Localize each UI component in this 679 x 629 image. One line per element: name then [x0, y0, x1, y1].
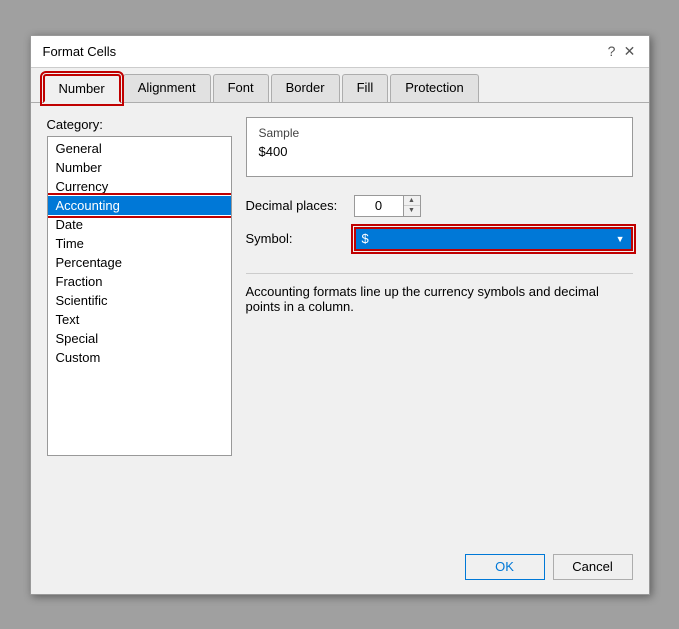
tab-protection[interactable]: Protection [390, 74, 479, 102]
cancel-button[interactable]: Cancel [553, 554, 633, 580]
category-item-date[interactable]: Date [48, 215, 231, 234]
spinner-up-arrow[interactable]: ▲ [404, 196, 420, 206]
category-item-time[interactable]: Time [48, 234, 231, 253]
dialog-body: Category: General Number Currency Accoun… [31, 103, 649, 544]
symbol-label: Symbol: [246, 231, 346, 246]
description-area: Accounting formats line up the currency … [246, 273, 633, 314]
tab-font[interactable]: Font [213, 74, 269, 102]
left-panel: Category: General Number Currency Accoun… [47, 117, 232, 530]
content-area: Category: General Number Currency Accoun… [47, 117, 633, 530]
spinner-arrows: ▲ ▼ [404, 195, 421, 217]
tab-fill[interactable]: Fill [342, 74, 389, 102]
help-button[interactable]: ? [605, 44, 619, 58]
title-bar-left: Format Cells [43, 44, 117, 59]
category-label: Category: [47, 117, 232, 132]
title-bar: Format Cells ? ✕ [31, 36, 649, 68]
category-item-custom[interactable]: Custom [48, 348, 231, 367]
decimal-places-row: Decimal places: ▲ ▼ [246, 195, 633, 217]
symbol-dropdown-arrow: ▼ [616, 234, 625, 244]
symbol-value: $ [362, 231, 369, 246]
spinner-down-arrow[interactable]: ▼ [404, 206, 420, 216]
ok-button[interactable]: OK [465, 554, 545, 580]
sample-value: $400 [259, 144, 620, 159]
list-wrapper: General Number Currency Accounting Date … [47, 136, 232, 456]
right-panel: Sample $400 Decimal places: ▲ ▼ [246, 117, 633, 530]
category-item-general[interactable]: General [48, 139, 231, 158]
category-list: General Number Currency Accounting Date … [47, 136, 232, 456]
decimal-places-input[interactable] [354, 195, 404, 217]
sample-box: Sample $400 [246, 117, 633, 177]
category-item-special[interactable]: Special [48, 329, 231, 348]
category-item-accounting[interactable]: Accounting [48, 196, 231, 215]
title-controls: ? ✕ [605, 44, 637, 58]
close-button[interactable]: ✕ [623, 44, 637, 58]
category-item-currency[interactable]: Currency [48, 177, 231, 196]
spinner-container: ▲ ▼ [354, 195, 421, 217]
symbol-row: Symbol: $ ▼ [246, 227, 633, 251]
tabs-bar: Number Alignment Font Border Fill Protec… [31, 68, 649, 103]
dialog-title: Format Cells [43, 44, 117, 59]
tab-alignment[interactable]: Alignment [123, 74, 211, 102]
symbol-dropdown[interactable]: $ ▼ [354, 227, 633, 251]
sample-label: Sample [259, 126, 620, 140]
category-item-fraction[interactable]: Fraction [48, 272, 231, 291]
format-cells-dialog: Format Cells ? ✕ Number Alignment Font B… [30, 35, 650, 595]
category-item-number[interactable]: Number [48, 158, 231, 177]
tab-border[interactable]: Border [271, 74, 340, 102]
decimal-places-label: Decimal places: [246, 198, 346, 213]
description-text: Accounting formats line up the currency … [246, 284, 599, 314]
button-bar: OK Cancel [31, 544, 649, 594]
tab-number[interactable]: Number [43, 74, 121, 103]
category-item-percentage[interactable]: Percentage [48, 253, 231, 272]
category-item-text[interactable]: Text [48, 310, 231, 329]
category-item-scientific[interactable]: Scientific [48, 291, 231, 310]
